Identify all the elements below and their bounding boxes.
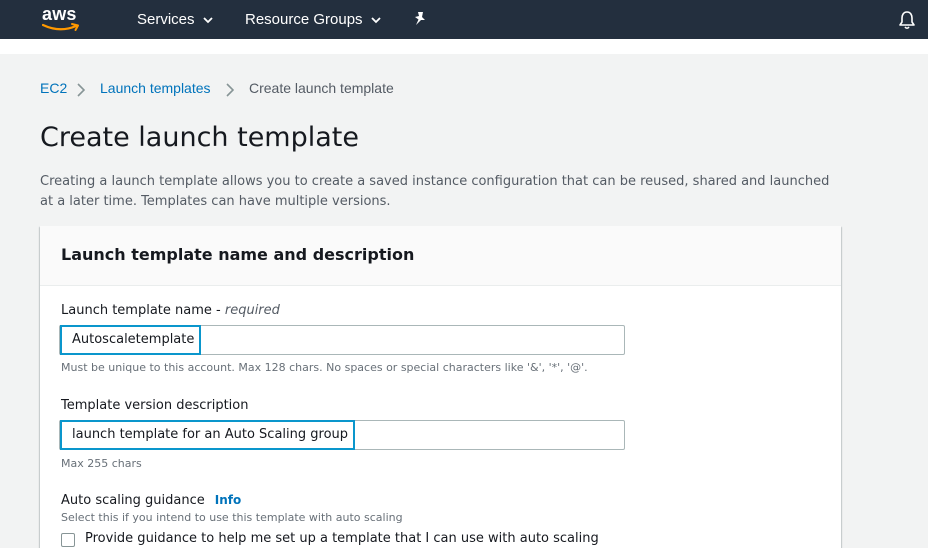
- auto-scaling-hint: Select this if you intend to use this te…: [61, 511, 403, 524]
- breadcrumb-current: Create launch template: [249, 80, 394, 96]
- top-navigation-bar: aws Services Resource Groups: [0, 0, 928, 39]
- chevron-right-icon: [77, 83, 85, 97]
- page-description: Creating a launch template allows you to…: [40, 174, 830, 209]
- launch-template-name-card: Launch template name and description Lau…: [40, 226, 841, 548]
- aws-smile-icon: [42, 23, 79, 31]
- required-marker: required: [224, 303, 280, 318]
- chevron-down-icon: [370, 16, 381, 23]
- version-description-hint: Max 255 chars: [61, 457, 142, 470]
- pin-icon[interactable]: [412, 11, 428, 27]
- template-name-value: Autoscaletemplate: [60, 325, 202, 355]
- template-name-label-text: Launch template name -: [61, 303, 225, 318]
- breadcrumb-link-launch-templates[interactable]: Launch templates: [100, 80, 211, 96]
- auto-scaling-guidance-checkbox[interactable]: [61, 533, 75, 547]
- template-name-hint: Must be unique to this account. Max 128 …: [61, 361, 588, 374]
- auto-scaling-guidance-label: Auto scaling guidance Info: [61, 493, 241, 508]
- auto-scaling-guidance-label-text: Auto scaling guidance: [61, 493, 205, 508]
- page-title: Create launch template: [40, 122, 359, 153]
- services-label: Services: [137, 11, 195, 28]
- version-description-label: Template version description: [61, 398, 249, 413]
- aws-logo[interactable]: aws: [42, 4, 84, 34]
- auto-scaling-checkbox-label[interactable]: Provide guidance to help me set up a tem…: [85, 531, 599, 546]
- chevron-right-icon: [226, 83, 234, 97]
- template-name-label: Launch template name - required: [61, 303, 280, 318]
- version-description-value: launch template for an Auto Scaling grou…: [60, 420, 356, 450]
- bell-icon[interactable]: [897, 10, 917, 30]
- template-name-input[interactable]: Autoscaletemplate: [59, 325, 625, 355]
- services-menu[interactable]: Services: [137, 0, 213, 39]
- version-description-input[interactable]: launch template for an Auto Scaling grou…: [59, 420, 625, 450]
- chevron-down-icon: [202, 16, 213, 23]
- subheader-strip: [0, 39, 928, 54]
- resource-groups-menu[interactable]: Resource Groups: [245, 0, 381, 39]
- info-link[interactable]: Info: [215, 493, 241, 507]
- card-title: Launch template name and description: [61, 245, 415, 264]
- card-header: Launch template name and description: [40, 226, 841, 286]
- breadcrumb-link-ec2[interactable]: EC2: [40, 80, 67, 96]
- resource-groups-label: Resource Groups: [245, 11, 363, 28]
